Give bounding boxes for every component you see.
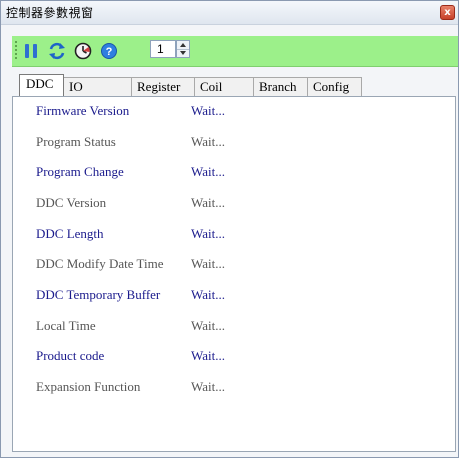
param-value: Wait... bbox=[191, 318, 225, 333]
close-icon: x bbox=[444, 7, 451, 18]
page-number-input[interactable]: 1 bbox=[150, 40, 176, 58]
close-button[interactable]: x bbox=[440, 5, 455, 20]
toolbar-grip[interactable] bbox=[15, 41, 17, 61]
window-title: 控制器參數視窗 bbox=[6, 6, 94, 20]
tab-config[interactable]: Config bbox=[307, 77, 362, 96]
tab-io[interactable]: IO bbox=[63, 77, 132, 96]
pause-icon[interactable] bbox=[22, 42, 40, 60]
param-row: DDC Modify Date Time Wait... bbox=[36, 254, 336, 274]
param-value: Wait... bbox=[191, 134, 225, 149]
param-row: Local Time Wait... bbox=[36, 316, 336, 336]
param-label: DDC Length bbox=[36, 226, 104, 241]
page-number-stepper[interactable] bbox=[176, 40, 190, 58]
refresh-icon[interactable] bbox=[48, 42, 66, 60]
param-value: Wait... bbox=[191, 164, 225, 179]
param-value: Wait... bbox=[191, 256, 225, 271]
param-row: Firmware Version Wait... bbox=[36, 101, 336, 121]
param-value: Wait... bbox=[191, 103, 225, 118]
param-label: Product code bbox=[36, 348, 105, 363]
param-row: Expansion Function Wait... bbox=[36, 377, 336, 397]
param-row: DDC Version Wait... bbox=[36, 193, 336, 213]
param-label: DDC Version bbox=[36, 195, 107, 210]
param-label: Expansion Function bbox=[36, 379, 141, 394]
tab-strip: DDC IO Register Coil Branch Config bbox=[19, 74, 449, 96]
help-icon[interactable]: ? bbox=[100, 42, 118, 60]
tab-register[interactable]: Register bbox=[131, 77, 195, 96]
param-value: Wait... bbox=[191, 287, 225, 302]
param-value: Wait... bbox=[191, 379, 225, 394]
param-value: Wait... bbox=[191, 348, 225, 363]
timer-icon[interactable] bbox=[74, 42, 92, 60]
param-value: Wait... bbox=[191, 226, 225, 241]
param-row: Product code Wait... bbox=[36, 346, 336, 366]
tab-coil[interactable]: Coil bbox=[194, 77, 254, 96]
toolbar: ? 1 bbox=[12, 36, 458, 67]
parameter-window: 控制器參數視窗 x ? 1 DDC IO Register Coil Branc… bbox=[0, 0, 459, 458]
ddc-parameter-panel: Firmware Version Wait... Program Status … bbox=[12, 96, 456, 452]
title-bar[interactable]: 控制器參數視窗 x bbox=[1, 1, 458, 25]
param-label: DDC Temporary Buffer bbox=[36, 287, 161, 302]
param-label: Program Status bbox=[36, 134, 116, 149]
param-row: Program Status Wait... bbox=[36, 132, 336, 152]
param-label: Local Time bbox=[36, 318, 96, 333]
chevron-down-icon[interactable] bbox=[177, 49, 189, 57]
param-label: Program Change bbox=[36, 164, 124, 179]
param-row: DDC Length Wait... bbox=[36, 224, 336, 244]
tab-branch[interactable]: Branch bbox=[253, 77, 308, 96]
tab-ddc[interactable]: DDC bbox=[19, 74, 64, 96]
param-label: Firmware Version bbox=[36, 103, 130, 118]
param-label: DDC Modify Date Time bbox=[36, 256, 164, 271]
svg-text:?: ? bbox=[106, 46, 113, 58]
param-row: DDC Temporary Buffer Wait... bbox=[36, 285, 336, 305]
param-row: Program Change Wait... bbox=[36, 162, 336, 182]
param-value: Wait... bbox=[191, 195, 225, 210]
